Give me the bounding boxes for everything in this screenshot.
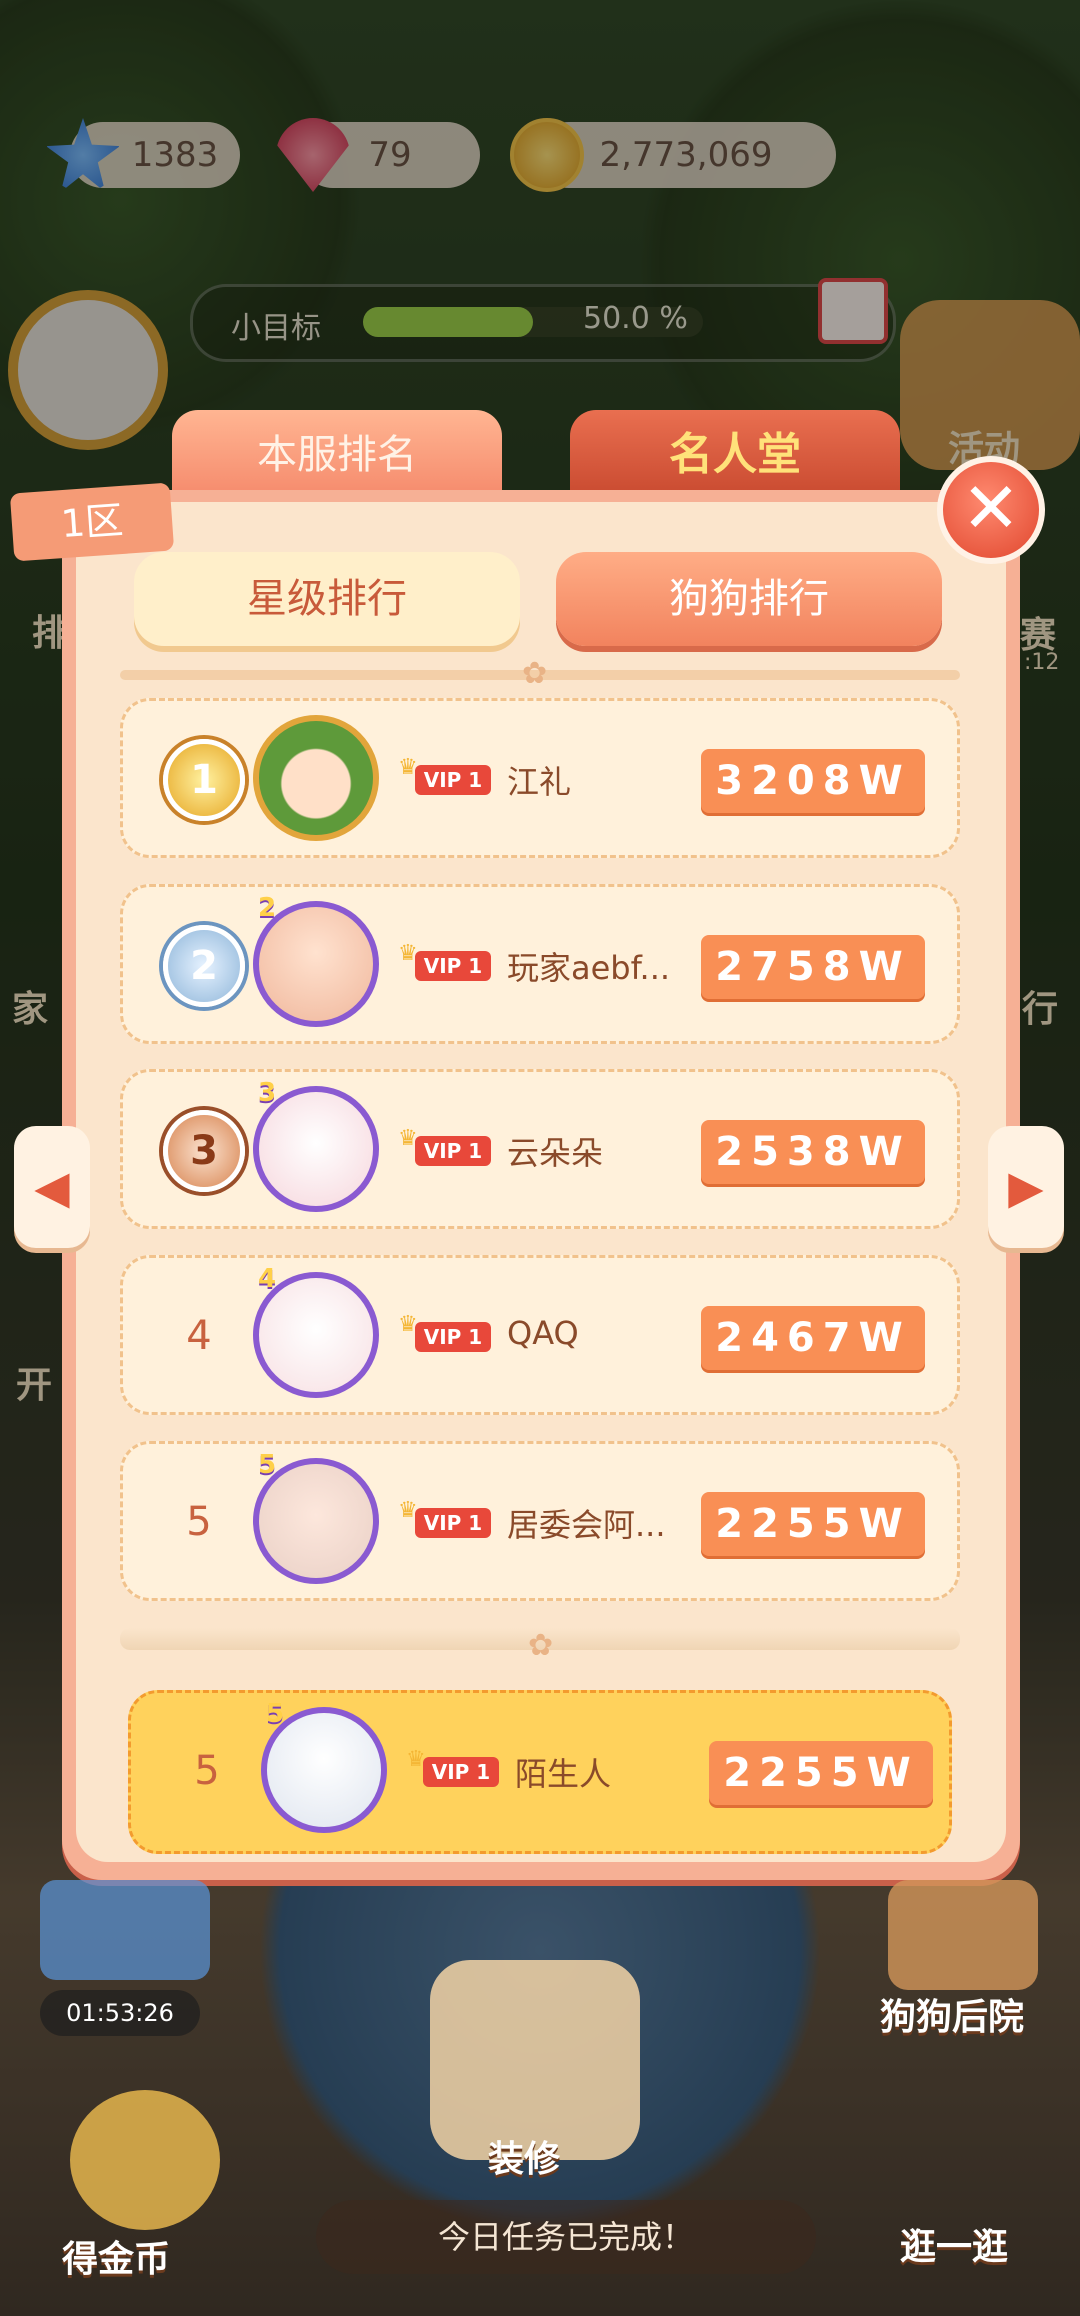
backyard-label[interactable]: 狗狗后院 <box>880 1988 1024 2040</box>
player-name: QAQ <box>507 1314 579 1352</box>
earn-coins-icon[interactable] <box>70 2090 220 2230</box>
player-name: 江礼 <box>507 763 572 801</box>
dog-score: 3208W <box>701 749 925 813</box>
my-ranking-row[interactable]: 5 5 ♛ VIP 1 陌生人 2255W <box>128 1690 952 1854</box>
ranking-row[interactable]: 5 5 ♛ VIP 1 居委会阿... 2255W <box>120 1441 960 1601</box>
my-dog-score: 2255W <box>709 1741 933 1805</box>
player-name: 居委会阿... <box>507 1506 666 1544</box>
paw-icon: ✿ <box>522 656 548 691</box>
gold-medal-icon: 1 <box>163 739 245 821</box>
stroll-label[interactable]: 逛一逛 <box>900 2218 1008 2270</box>
ranking-row[interactable]: 4 4 ♛ VIP 1 QAQ 2467W <box>120 1255 960 1415</box>
avatar-rank-number: 5 <box>258 1450 277 1480</box>
rank-number: 5 <box>186 1499 212 1545</box>
vip-badge: VIP 1 <box>415 1136 491 1166</box>
backyard-icon[interactable] <box>888 1880 1038 1990</box>
bronze-medal-icon: 3 <box>163 1110 245 1192</box>
decorate-label: 装修 <box>488 2139 561 2180</box>
tab-hall-of-fame[interactable]: 名人堂 <box>570 410 900 500</box>
vip-badge: VIP 1 <box>415 1322 491 1352</box>
tab-server-ranking[interactable]: 本服排名 <box>172 410 502 500</box>
ranking-row[interactable]: 2 2 ♛ VIP 1 玩家aebf... 2758W <box>120 884 960 1044</box>
paw-icon: ✿ <box>528 1628 554 1663</box>
my-rank-number: 5 <box>194 1748 220 1794</box>
countdown-timer: 01:53:26 <box>40 1990 200 2036</box>
my-player-name: 陌生人 <box>515 1755 612 1793</box>
earn-coins-label[interactable]: 得金币 <box>62 2230 170 2282</box>
task-status-bar: 今日任务已完成！ <box>316 2200 816 2274</box>
server-zone-tag: 1区 <box>9 482 175 562</box>
avatar-rank-number: 5 <box>266 1699 285 1729</box>
vip-badge: VIP 1 <box>415 951 491 981</box>
rank-number: 4 <box>186 1313 212 1359</box>
dog-score: 2538W <box>701 1120 925 1184</box>
next-page-arrow-icon[interactable]: ▶ <box>988 1126 1064 1248</box>
star-ranking-tab[interactable]: 星级排行 <box>134 552 520 646</box>
avatar[interactable] <box>253 715 379 841</box>
vip-badge: VIP 1 <box>415 1508 491 1538</box>
vip-badge: VIP 1 <box>415 765 491 795</box>
silver-medal-icon: 2 <box>163 925 245 1007</box>
player-name: 云朵朵 <box>507 1134 604 1172</box>
previous-page-arrow-icon[interactable]: ◀ <box>14 1126 90 1248</box>
dog-score: 2255W <box>701 1492 925 1556</box>
dog-score: 2758W <box>701 935 925 999</box>
avatar-rank-number: 3 <box>258 1078 277 1108</box>
ranking-row[interactable]: 3 3 ♛ VIP 1 云朵朵 2538W <box>120 1069 960 1229</box>
player-name: 玩家aebf... <box>507 949 667 987</box>
vip-badge: VIP 1 <box>423 1757 499 1787</box>
dog-ranking-tab[interactable]: 狗狗排行 <box>556 552 942 646</box>
gift-shop-icon[interactable] <box>40 1880 210 1980</box>
dog-score: 2467W <box>701 1306 925 1370</box>
avatar-rank-number: 2 <box>258 893 277 923</box>
close-button[interactable]: ✕ <box>937 456 1045 564</box>
avatar-rank-number: 4 <box>258 1264 277 1294</box>
ranking-row[interactable]: 1 ♛ VIP 1 江礼 3208W <box>120 698 960 858</box>
